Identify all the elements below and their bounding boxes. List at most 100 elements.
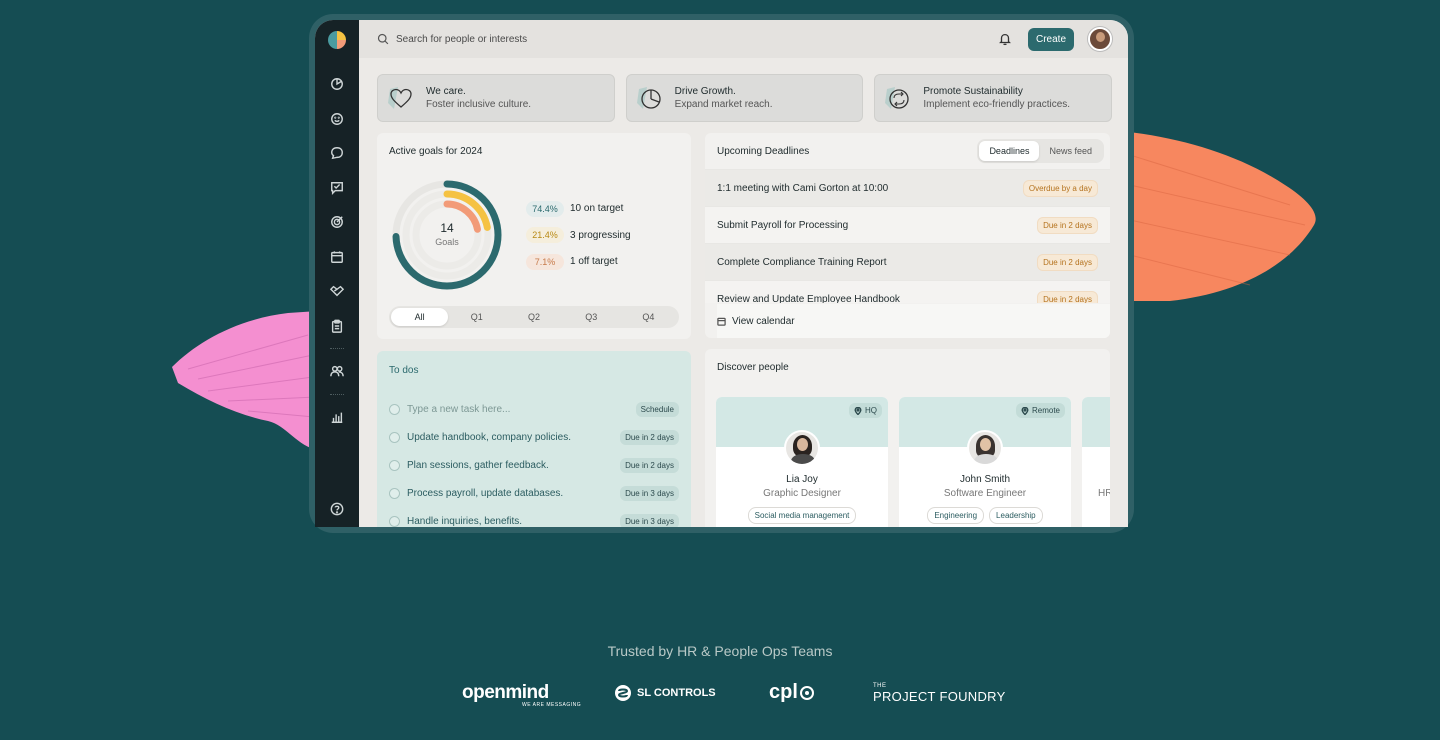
user-avatar[interactable] [1088, 27, 1112, 51]
legend-percent: 7.1% [526, 253, 564, 270]
todo-checkbox[interactable] [389, 487, 400, 499]
deadlines-list: 1:1 meeting with Cami Gorton at 10:00 Ov… [705, 169, 1110, 303]
notification-button[interactable] [998, 32, 1012, 46]
calendar-icon[interactable] [325, 245, 349, 269]
legend-row-off-target: 7.1% 1 off target [526, 253, 631, 270]
sl-controls-mark-icon [615, 685, 631, 701]
legend-label: 1 off target [570, 256, 618, 267]
legend-percent: 21.4% [526, 227, 564, 243]
clipboard-icon[interactable] [325, 314, 349, 338]
value-card-care: We care. Foster inclusive culture. [377, 74, 615, 122]
todo-item: Process payroll, update databases. Due i… [389, 479, 679, 507]
discover-people-card: Discover people HQ Lia Joy Graphic Desig… [705, 349, 1110, 527]
quarter-selector: All Q1 Q2 Q3 Q4 [389, 306, 679, 328]
person-role: Software Engineer [943, 488, 1027, 499]
device-frame: Create We care. Foster inclusive culture… [309, 14, 1134, 533]
value-card-sustainability: Promote Sustainability Implement eco-fri… [874, 74, 1113, 122]
openmind-tagline: WE ARE MESSAGING [522, 702, 582, 708]
person-card[interactable]: HQ Lia Joy Graphic Designer Social media… [716, 397, 888, 527]
location-pin-icon [854, 406, 862, 415]
person-card[interactable]: HR [1082, 397, 1110, 527]
search-icon [377, 33, 389, 45]
tab-deadlines[interactable]: Deadlines [979, 141, 1040, 161]
todo-text: Update handbook, company policies. [407, 431, 571, 443]
sidebar-divider [330, 393, 344, 395]
sidebar [315, 20, 359, 527]
deadline-row[interactable]: Submit Payroll for Processing Due in 2 d… [705, 206, 1110, 243]
legend-row-on-target: 74.4% 10 on target [526, 200, 631, 217]
help-icon[interactable] [325, 497, 349, 521]
todo-checkbox[interactable] [389, 459, 400, 471]
recycle-icon [885, 87, 909, 109]
new-task-input[interactable] [407, 403, 629, 415]
project-foundry-wordmark: PROJECT FOUNDRY [873, 689, 1006, 704]
todo-checkbox[interactable] [389, 515, 400, 527]
todo-text: Plan sessions, gather feedback. [407, 459, 549, 471]
location-badge: HQ [849, 403, 882, 418]
view-calendar-link[interactable]: View calendar [717, 304, 1110, 338]
person-role: HR [1098, 488, 1110, 499]
calendar-icon [717, 317, 726, 326]
todo-checkbox[interactable] [389, 431, 400, 443]
avatar [967, 430, 1003, 466]
quarter-tab-q2[interactable]: Q2 [505, 308, 562, 326]
person-card[interactable]: Remote John Smith Software Engineer Engi… [899, 397, 1071, 527]
legend-label: 3 progressing [570, 229, 631, 241]
deadline-due-badge: Overdue by a day [1022, 179, 1098, 197]
chat-icon[interactable] [325, 141, 349, 165]
sidebar-divider [330, 348, 344, 349]
goals-count-label: Goals [435, 237, 459, 247]
todo-due-badge: Due in 3 days [620, 485, 679, 501]
dashboard-icon[interactable] [325, 72, 349, 96]
tab-news-feed[interactable]: News feed [1039, 141, 1102, 161]
todo-item: Plan sessions, gather feedback. Due in 2… [389, 451, 679, 479]
app-screen: Create We care. Foster inclusive culture… [315, 20, 1128, 527]
openmind-wordmark: openmind [462, 682, 549, 703]
project-foundry-logo: THE PROJECT FOUNDRY [873, 683, 1006, 704]
deadline-row[interactable]: Complete Compliance Training Report Due … [705, 243, 1110, 280]
deadline-row[interactable]: Review and Update Employee Handbook Due … [705, 280, 1110, 303]
deadline-task: Submit Payroll for Processing [717, 219, 849, 231]
deadline-task: Review and Update Employee Handbook [717, 293, 900, 304]
quarter-tab-q1[interactable]: Q1 [448, 308, 505, 326]
deadline-row[interactable]: 1:1 meeting with Cami Gorton at 10:00 Ov… [705, 169, 1110, 206]
create-button[interactable]: Create [1027, 27, 1074, 51]
app-logo-icon [328, 31, 346, 49]
schedule-button[interactable]: Schedule [635, 401, 679, 417]
view-calendar-label: View calendar [732, 315, 795, 327]
new-task-row: Schedule [389, 395, 679, 423]
deadlines-tabs: Deadlines News feed [977, 139, 1104, 163]
company-values: We care. Foster inclusive culture. Drive… [377, 74, 1113, 122]
goals-count: 14 [440, 221, 454, 235]
quarter-tab-q3[interactable]: Q3 [563, 308, 620, 326]
person-role: Graphic Designer [763, 488, 841, 499]
value-title: Drive Growth. [674, 86, 736, 97]
people-carousel: HQ Lia Joy Graphic Designer Social media… [716, 397, 1110, 527]
goals-donut-chart [392, 180, 502, 290]
target-icon[interactable] [325, 210, 349, 234]
search-input[interactable] [396, 33, 636, 45]
skill-tag[interactable]: Leadership [989, 507, 1043, 524]
quarter-tab-all[interactable]: All [391, 308, 449, 326]
person-tags: Engineering Leadership [899, 507, 1071, 524]
active-goals-card: Active goals for 2024 14 Goals 74.4% 10 … [377, 133, 691, 339]
todo-checkbox[interactable] [389, 403, 400, 415]
todo-list: Schedule Update handbook, company polici… [389, 395, 679, 527]
skill-tag[interactable]: Social media management [747, 507, 857, 524]
todo-item: Handle inquiries, benefits. Due in 3 day… [389, 507, 679, 527]
quarter-tab-q4[interactable]: Q4 [620, 308, 677, 326]
person-name: Lia Joy [786, 474, 818, 485]
skill-tag[interactable]: Engineering [927, 507, 985, 524]
legend-label: 10 on target [570, 203, 624, 214]
location-badge: Remote [1015, 403, 1065, 418]
feedback-icon[interactable] [325, 176, 349, 200]
sl-controls-logo: SL CONTROLS [614, 684, 716, 702]
smile-icon[interactable] [325, 107, 349, 131]
people-icon[interactable] [325, 359, 349, 383]
handshake-icon[interactable] [325, 279, 349, 303]
avatar [784, 430, 820, 466]
deadline-task: Complete Compliance Training Report [717, 256, 887, 268]
deadlines-title: Upcoming Deadlines [717, 146, 810, 157]
location-pin-icon [1021, 406, 1029, 415]
bar-chart-icon[interactable] [325, 405, 349, 429]
